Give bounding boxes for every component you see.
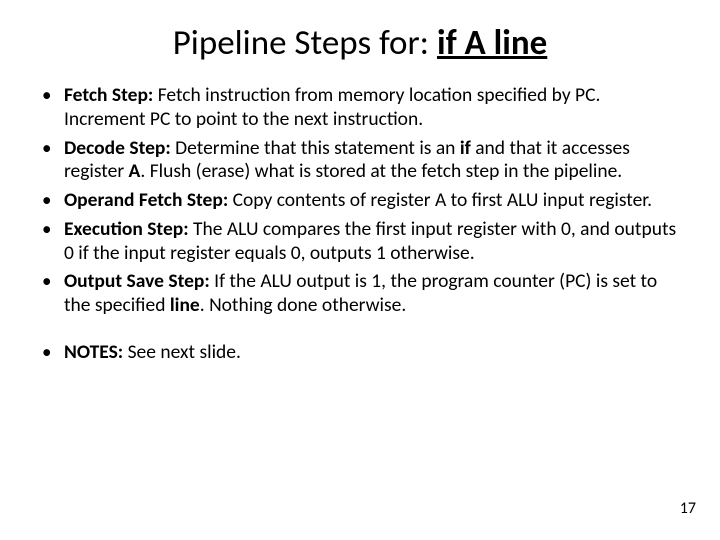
bullet-list: Fetch Step: Fetch instruction from memor… — [36, 84, 684, 318]
notes-item: NOTES: See next slide. — [36, 341, 684, 365]
bullet-text: Copy contents of register A to first ALU… — [228, 188, 652, 212]
slide-body: Fetch Step: Fetch instruction from memor… — [0, 72, 720, 318]
notes-label: NOTES: — [64, 340, 123, 364]
bullet-label: Decode Step: — [64, 136, 171, 160]
bullet-item: Operand Fetch Step: Copy contents of reg… — [36, 189, 684, 213]
bullet-label: Execution Step: — [64, 217, 189, 241]
notes-list: NOTES: See next slide. — [36, 341, 684, 365]
page-number: 17 — [680, 499, 696, 518]
notes-text: See next slide. — [123, 340, 241, 364]
bullet-item: Output Save Step: If the ALU output is 1… — [36, 270, 684, 318]
slide-title: Pipeline Steps for: if A line — [0, 0, 720, 72]
bullet-item: Execution Step: The ALU compares the fir… — [36, 218, 684, 266]
notes-block: NOTES: See next slide. — [0, 323, 720, 365]
bullet-label: Fetch Step: — [64, 83, 153, 107]
bullet-item: Fetch Step: Fetch instruction from memor… — [36, 84, 684, 132]
bullet-label: Operand Fetch Step: — [64, 188, 228, 212]
bullet-item: Decode Step: Determine that this stateme… — [36, 137, 684, 185]
title-topic: if A line — [437, 22, 547, 64]
title-prefix: Pipeline Steps for: — [173, 22, 437, 64]
slide: Pipeline Steps for: if A line Fetch Step… — [0, 0, 720, 540]
bullet-label: Output Save Step: — [64, 269, 210, 293]
